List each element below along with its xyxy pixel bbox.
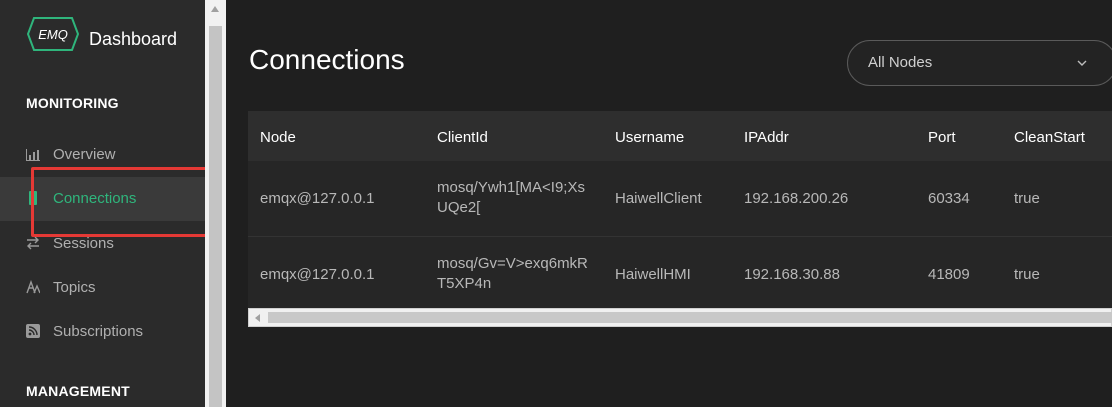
brand-header[interactable]: EMQ Dashboard xyxy=(0,0,205,78)
app-window: EMQ Dashboard MONITORING Overview Connec… xyxy=(0,0,1112,407)
column-header-port[interactable]: Port xyxy=(928,129,956,146)
sidebar: EMQ Dashboard MONITORING Overview Connec… xyxy=(0,0,205,407)
connections-icon xyxy=(29,191,37,205)
column-header-node[interactable]: Node xyxy=(260,129,296,146)
cell-clientid: mosq/Gv=V>exq6mkR T5XP4n xyxy=(437,254,607,294)
column-header-username[interactable]: Username xyxy=(615,129,684,146)
cell-clientid-line1: mosq/Ywh1[MA<I9;Xs xyxy=(437,179,585,196)
page-title: Connections xyxy=(249,44,405,75)
bar-chart-icon xyxy=(26,149,40,161)
scrollbar-thumb[interactable] xyxy=(209,26,222,407)
cell-clientid-line2: UQe2[ xyxy=(437,199,481,216)
cell-username: HaiwellClient xyxy=(615,190,702,207)
cell-node: emqx@127.0.0.1 xyxy=(260,266,375,283)
sidebar-item-label: Topics xyxy=(53,279,96,296)
node-select[interactable]: All Nodes xyxy=(847,40,1112,86)
cell-clientid: mosq/Ywh1[MA<I9;Xs UQe2[ xyxy=(437,178,607,218)
scroll-left-arrow-icon[interactable] xyxy=(255,314,260,322)
scroll-up-arrow-icon[interactable] xyxy=(211,6,219,12)
rss-icon xyxy=(26,324,40,338)
sidebar-item-label: Connections xyxy=(53,190,137,207)
cell-cleanstart: true xyxy=(1014,190,1040,207)
cell-username: HaiwellHMI xyxy=(615,266,691,283)
sidebar-scrollbar[interactable] xyxy=(205,0,226,407)
horizontal-scrollbar-thumb[interactable] xyxy=(268,312,1112,323)
table-row[interactable]: emqx@127.0.0.1 mosq/Gv=V>exq6mkR T5XP4n … xyxy=(248,237,1112,313)
brand-title: Dashboard xyxy=(89,29,178,49)
sidebar-item-overview[interactable]: Overview xyxy=(0,133,205,177)
cell-port: 41809 xyxy=(928,266,970,283)
table-horizontal-scrollbar[interactable] xyxy=(248,308,1112,327)
sidebar-item-sessions[interactable]: Sessions xyxy=(0,222,205,266)
cell-port: 60334 xyxy=(928,190,970,207)
sidebar-item-topics[interactable]: Topics xyxy=(0,266,205,310)
table-header: Node ClientId Username IPAddr Port Clean… xyxy=(248,111,1112,161)
cell-cleanstart: true xyxy=(1014,266,1040,283)
node-select-value: All Nodes xyxy=(868,54,933,71)
column-header-cleanstart[interactable]: CleanStart xyxy=(1014,129,1085,146)
swap-icon xyxy=(27,236,39,250)
cell-clientid-line1: mosq/Gv=V>exq6mkR xyxy=(437,255,588,272)
section-management: MANAGEMENT xyxy=(26,383,130,399)
sidebar-item-label: Overview xyxy=(53,146,116,163)
connections-table: Node ClientId Username IPAddr Port Clean… xyxy=(248,111,1112,313)
logo-text: EMQ xyxy=(38,27,68,42)
sidebar-item-connections[interactable]: Connections xyxy=(0,177,205,221)
sidebar-item-subscriptions[interactable]: Subscriptions xyxy=(0,310,205,354)
cell-ipaddr: 192.168.30.88 xyxy=(744,266,840,283)
table-row[interactable]: emqx@127.0.0.1 mosq/Ywh1[MA<I9;Xs UQe2[ … xyxy=(248,161,1112,237)
section-monitoring: MONITORING xyxy=(26,95,119,111)
cell-ipaddr: 192.168.200.26 xyxy=(744,190,849,207)
chevron-down-icon xyxy=(1077,60,1087,66)
column-header-clientid[interactable]: ClientId xyxy=(437,129,488,146)
main-content: Connections All Nodes Node ClientId User… xyxy=(226,0,1112,407)
column-header-ipaddr[interactable]: IPAddr xyxy=(744,129,789,146)
emq-logo: EMQ xyxy=(26,17,80,51)
topics-icon xyxy=(26,280,40,294)
cell-clientid-line2: T5XP4n xyxy=(437,275,492,292)
sidebar-item-label: Sessions xyxy=(53,235,114,252)
cell-node: emqx@127.0.0.1 xyxy=(260,190,375,207)
sidebar-item-label: Subscriptions xyxy=(53,323,144,340)
